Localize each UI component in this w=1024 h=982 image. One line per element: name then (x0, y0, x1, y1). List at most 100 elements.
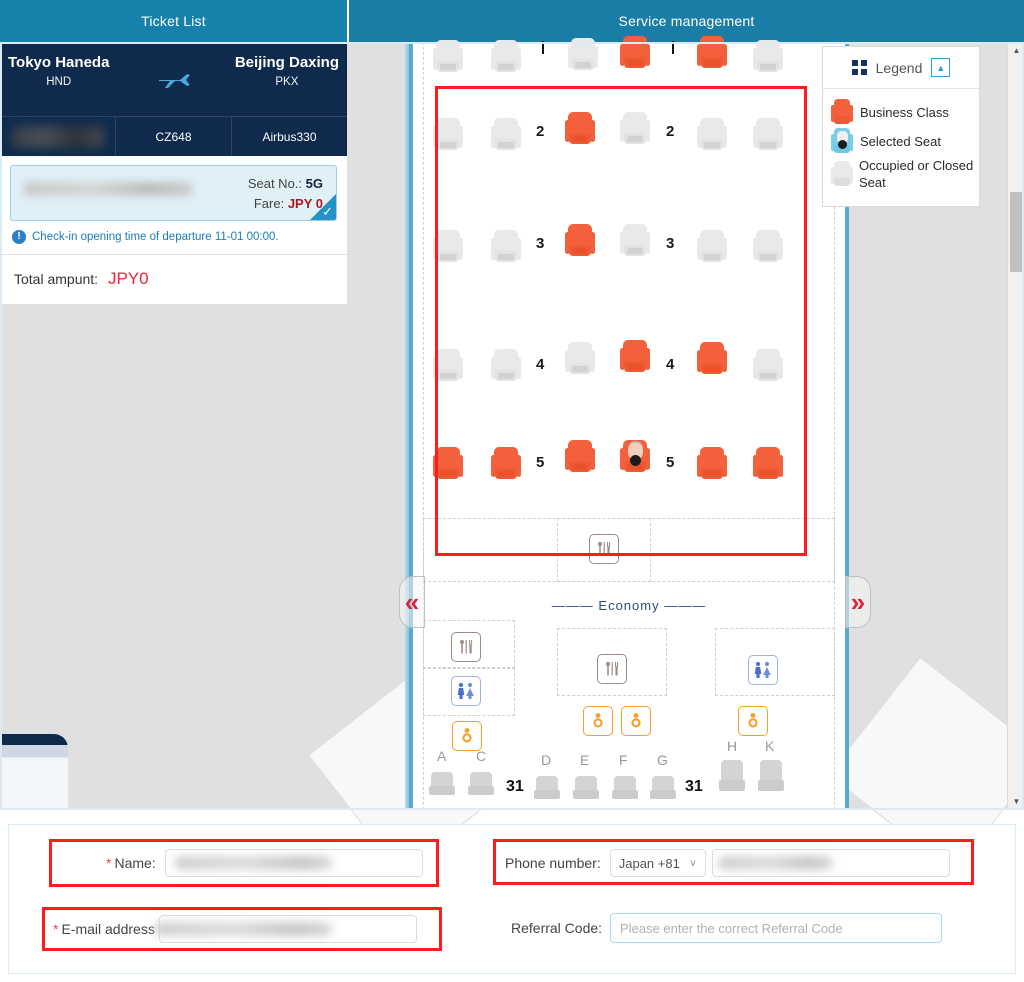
page-scrollbar[interactable]: ▲ ▼ (1007, 42, 1024, 810)
seat-4G[interactable] (620, 340, 650, 374)
name-value-redacted (173, 856, 332, 870)
legend-label-selected: Selected Seat (860, 133, 941, 149)
economy-seat-31G[interactable] (650, 776, 676, 802)
meal-icon-left[interactable] (451, 632, 481, 662)
economy-seat-31A[interactable] (429, 772, 455, 798)
chevron-right-icon: » (850, 587, 866, 617)
scroll-down-arrow-icon[interactable]: ▼ (1008, 793, 1024, 810)
email-label-text: E-mail address (61, 921, 155, 937)
meta-cell-redacted (0, 117, 115, 156)
phone-input[interactable] (711, 849, 950, 877)
tab-ticket-list-label: Ticket List (141, 13, 206, 29)
seat-5A[interactable] (433, 447, 463, 481)
tab-ticket-list[interactable]: Ticket List (0, 0, 347, 42)
legend-item-business: Business Class (831, 99, 979, 125)
flight-meta-row: CZ648 Airbus330 (0, 116, 347, 156)
phone-label: Phone number: (505, 855, 601, 871)
seat-1A[interactable] (433, 40, 463, 74)
email-input[interactable] (153, 915, 417, 943)
seat-2H[interactable] (697, 118, 727, 152)
seat-5H[interactable] (697, 447, 727, 481)
seat-1D[interactable] (568, 38, 598, 72)
seat-3D[interactable] (565, 224, 595, 258)
email-label: * E-mail address (53, 921, 155, 937)
seat-5K[interactable] (753, 447, 783, 481)
seat-3A[interactable] (433, 230, 463, 264)
name-input[interactable] (164, 849, 423, 877)
meta-cell-flight-number: CZ648 (115, 117, 231, 156)
seat-3H[interactable] (697, 230, 727, 264)
lavatory-icon-left[interactable] (451, 676, 481, 706)
economy-seat-31C[interactable] (468, 772, 494, 798)
checkin-notice: ! Check-in opening time of departure 11-… (0, 221, 347, 254)
seat-4D[interactable] (565, 342, 595, 376)
baby-bassinet-icon-f[interactable] (621, 706, 651, 736)
passenger-seat-card[interactable]: Seat No.: 5G Fare: JPY 0 ✓ (10, 165, 337, 221)
seat-2D[interactable] (565, 112, 595, 146)
prev-cabin-button[interactable]: « (399, 576, 425, 628)
meta-cell-aircraft: Airbus330 (231, 117, 347, 156)
seat-3K[interactable] (753, 230, 783, 264)
seat-1K[interactable] (753, 40, 783, 74)
baby-bassinet-icon-a[interactable] (452, 721, 482, 751)
legend-collapse-button[interactable]: ▲ (931, 58, 951, 77)
economy-section-divider: ——— Economy ——— (551, 598, 707, 613)
seat-no-label: Seat No.: (247, 176, 303, 191)
phone-field-row: Phone number: Japan +81 ∨ (505, 849, 950, 877)
fuselage: 2 2 3 3 4 4 5 5 ——— Economy ——— A C D E … (409, 36, 849, 810)
economy-seat-31H[interactable] (719, 760, 745, 798)
name-required-marker: * (106, 855, 112, 871)
seat-letter-A: A (437, 748, 447, 764)
baby-bassinet-icon-e[interactable] (583, 706, 613, 736)
seat-no-value: 5G (305, 176, 323, 191)
seat-4C[interactable] (491, 349, 521, 383)
seat-1H[interactable] (697, 36, 727, 70)
seat-3G[interactable] (620, 224, 650, 258)
economy-seat-31K[interactable] (758, 760, 784, 798)
seat-4K[interactable] (753, 349, 783, 383)
flight-number-text: CZ648 (155, 129, 192, 144)
seat-5D[interactable] (565, 440, 595, 474)
economy-seat-31E[interactable] (573, 776, 599, 802)
baby-bassinet-icon-h[interactable] (738, 706, 768, 736)
seat-letter-F: F (619, 752, 628, 768)
seat-2A[interactable] (433, 118, 463, 152)
legend-panel: Legend ▲ Business Class Selected Seat Oc… (822, 46, 980, 207)
legend-label-occupied: Occupied or Closed Seat (859, 158, 974, 190)
top-tabbar: Ticket List Service management (0, 0, 1024, 42)
meal-icon-center[interactable] (597, 654, 627, 684)
meal-icon[interactable] (589, 534, 619, 564)
passenger-name-redacted (23, 182, 193, 196)
tab-service-management-label: Service management (618, 13, 755, 29)
seat-3C[interactable] (491, 230, 521, 264)
seat-2C[interactable] (491, 118, 521, 152)
referral-input[interactable]: Please enter the correct Referral Code (610, 913, 943, 943)
economy-seat-31F[interactable] (612, 776, 638, 802)
row-5-label-right: 5 (666, 454, 675, 471)
lavatory-icon-right[interactable] (748, 655, 778, 685)
scrollbar-thumb[interactable] (1010, 192, 1023, 272)
seat-5G-selected[interactable] (620, 440, 650, 474)
referral-label: Referral Code: (511, 920, 603, 936)
seat-1C[interactable] (491, 40, 521, 74)
seat-2G[interactable] (620, 112, 650, 146)
row-1-label-right (672, 41, 674, 54)
name-label-text: Name: (114, 855, 156, 871)
seat-1G[interactable] (620, 36, 650, 70)
scroll-up-arrow-icon[interactable]: ▲ (1008, 42, 1024, 59)
name-label: * Name: (106, 855, 156, 871)
row-1-label-left (542, 41, 544, 54)
tab-service-management[interactable]: Service management (349, 0, 1024, 42)
total-amount-label: Total ampunt: (14, 271, 99, 287)
email-field-row: * E-mail address (53, 915, 417, 943)
total-amount-value: JPY0 (107, 269, 149, 288)
phone-country-select[interactable]: Japan +81 ∨ (609, 849, 706, 877)
seat-letter-E: E (580, 752, 590, 768)
seat-4A[interactable] (433, 349, 463, 383)
seat-5C[interactable] (491, 447, 521, 481)
ticket-card: Tokyo Haneda HND Beijing Daxing PKX CZ64… (0, 42, 347, 304)
seat-4H[interactable] (697, 342, 727, 376)
seat-2K[interactable] (753, 118, 783, 152)
economy-seat-31D[interactable] (534, 776, 560, 802)
next-cabin-button[interactable]: » (845, 576, 871, 628)
